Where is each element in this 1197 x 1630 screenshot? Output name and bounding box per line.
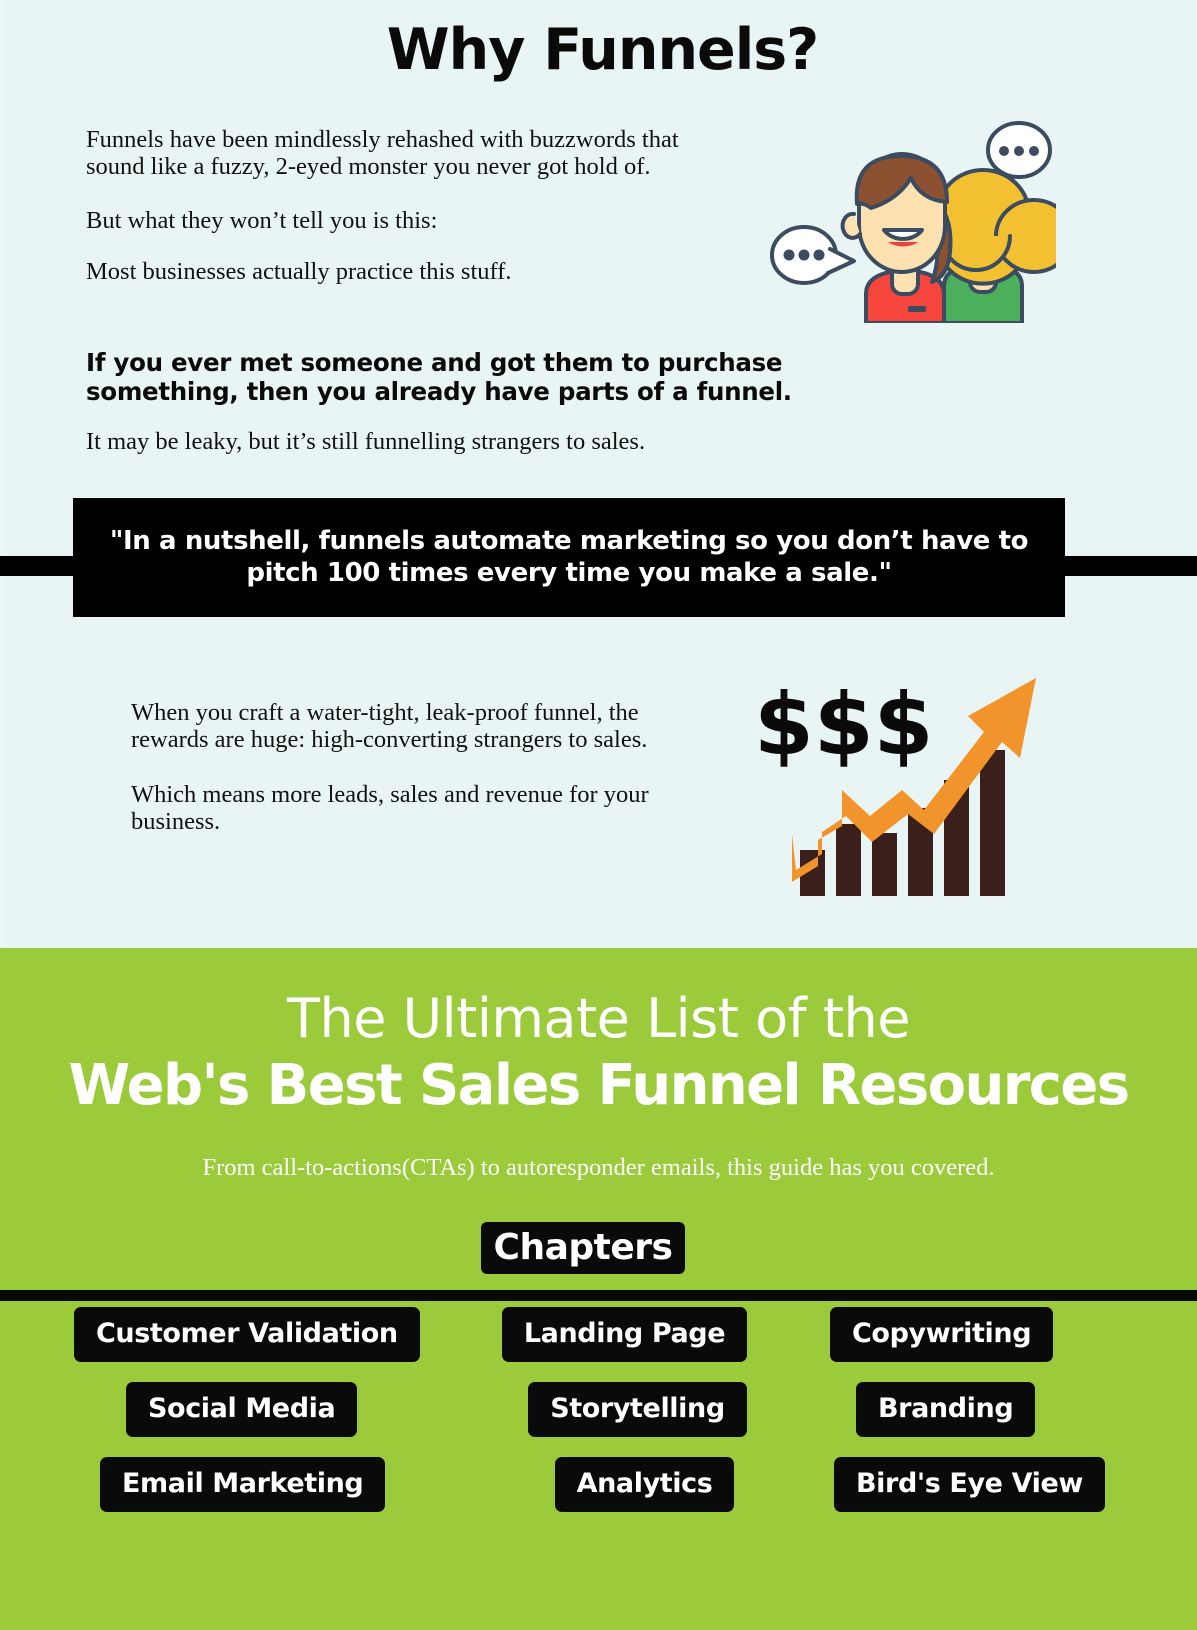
quote-banner: "In a nutshell, funnels automate marketi… [73,498,1065,617]
chapter-cell: Customer Validation [0,1307,441,1362]
chapter-chip-birds-eye-view[interactable]: Bird's Eye View [834,1457,1105,1512]
chapters-rule-line [0,1290,1197,1301]
rewards-paragraphs: When you craft a water-tight, leak-proof… [131,699,651,836]
chapter-chip-social-media[interactable]: Social Media [126,1382,358,1437]
chapter-cell: Social Media [0,1382,467,1437]
rewards-paragraph-1: When you craft a water-tight, leak-proof… [131,699,648,753]
chapter-chip-branding[interactable]: Branding [856,1382,1036,1437]
intro-paragraph-1: Funnels have been mindlessly rehashed wi… [86,126,679,181]
person-brunette-avatar [840,152,953,325]
chapter-cell: Email Marketing [0,1457,463,1512]
chapter-cell: Branding [808,1382,1197,1437]
intro-paragraph-3: Most businesses actually practice this s… [86,258,512,286]
chapter-chip-customer-validation[interactable]: Customer Validation [74,1307,420,1362]
top-section: Why Funnels? Funnels have been mindlessl… [0,0,1197,948]
person-blonde-avatar [935,168,1074,325]
two-people-talking-illustration [756,118,1074,325]
chapter-chip-copywriting[interactable]: Copywriting [830,1307,1054,1362]
speech-bubble-small-icon [770,225,856,285]
chapters-badge: Chapters [481,1222,685,1274]
chapter-chip-landing-page[interactable]: Landing Page [501,1307,748,1362]
dollar-signs-label: $$$ [754,675,934,775]
chapter-cell: Landing Page [441,1307,808,1362]
bold-statement: If you ever met someone and got them to … [86,348,792,407]
chapters-grid: Customer Validation Landing Page Copywri… [0,1307,1197,1532]
chapters-row: Email Marketing Analytics Bird's Eye Vie… [0,1457,1197,1512]
chapter-cell: Analytics [463,1457,826,1512]
chapter-chip-storytelling[interactable]: Storytelling [528,1382,747,1437]
leaky-funnel-line: It may be leaky, but it’s still funnelli… [86,428,646,455]
green-subtitle: From call-to-actions(CTAs) to autorespon… [202,1154,995,1181]
chapters-row: Customer Validation Landing Page Copywri… [0,1307,1197,1362]
chapter-chip-email-marketing[interactable]: Email Marketing [100,1457,386,1512]
chapter-cell: Bird's Eye View [826,1457,1197,1512]
green-title-line-1: The Ultimate List of the [287,987,910,1050]
dollar-growth-chart-illustration: $$$ [752,668,1052,896]
intro-paragraphs: Funnels have been mindlessly rehashed wi… [86,126,726,310]
chapter-cell: Copywriting [808,1307,1197,1362]
chapter-chip-analytics[interactable]: Analytics [554,1457,735,1512]
intro-paragraph-2: But what they won’t tell you is this: [86,206,438,234]
quote-text: "In a nutshell, funnels automate marketi… [109,525,1029,588]
chapters-row: Social Media Storytelling Branding [0,1382,1197,1437]
rewards-paragraph-2: Which means more leads, sales and revenu… [131,780,649,835]
page-title: Why Funnels? [386,17,819,83]
green-title-line-2: Web's Best Sales Funnel Resources [68,1053,1130,1118]
chapters-badge-label: Chapters [493,1227,673,1268]
chapter-cell: Storytelling [467,1382,808,1437]
infographic-page: Why Funnels? Funnels have been mindlessl… [0,0,1197,1630]
